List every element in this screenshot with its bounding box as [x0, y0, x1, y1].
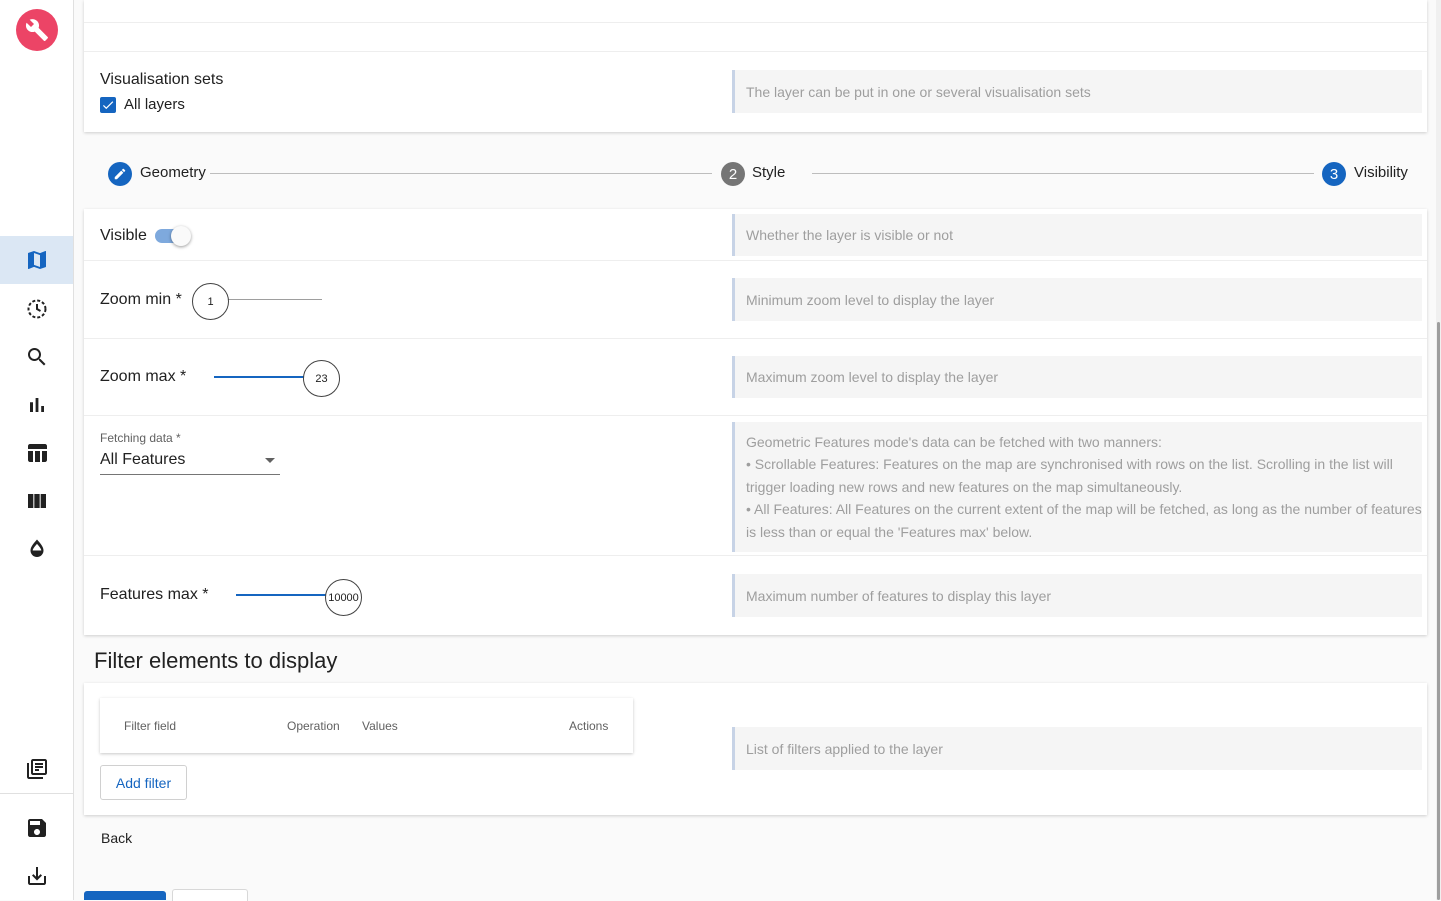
- table-icon: [27, 444, 47, 462]
- next-button[interactable]: [84, 891, 166, 900]
- check-icon: [102, 101, 114, 110]
- back-button[interactable]: Back: [101, 830, 132, 846]
- nav-timeline-icon[interactable]: [0, 285, 73, 333]
- zoom-max-track[interactable]: [214, 376, 310, 378]
- nav-search-icon[interactable]: [0, 333, 73, 381]
- step-style[interactable]: 2: [721, 162, 745, 186]
- zoom-max-slider-handle[interactable]: 23: [303, 360, 340, 397]
- features-max-label: Features max *: [100, 586, 209, 603]
- step-visibility[interactable]: 3: [1322, 162, 1346, 186]
- features-max-slider-handle[interactable]: 10000: [325, 579, 362, 616]
- zoom-min-row: Zoom min * 1 Minimum zoom level to displ…: [84, 261, 1427, 339]
- nav-columns-icon[interactable]: [0, 477, 73, 525]
- save-icon: [27, 819, 46, 837]
- card-row-top: [84, 0, 1427, 23]
- nav-color-lens-icon[interactable]: [0, 525, 73, 573]
- filters-help: List of filters applied to the layer: [732, 727, 1422, 770]
- fetching-help-line-3: • All Features: All Features on the curr…: [746, 501, 1422, 540]
- col-actions: Actions: [569, 719, 609, 733]
- columns-icon: [27, 494, 46, 508]
- fetching-data-row: Fetching data * All Features Geometric F…: [84, 416, 1427, 556]
- fetching-data-label: Fetching data *: [100, 431, 181, 445]
- card-row-empty: [84, 23, 1427, 52]
- main-content: Visualisation sets All layers The layer …: [84, 0, 1428, 901]
- step-geometry-label[interactable]: Geometry: [140, 164, 206, 181]
- features-max-track[interactable]: [236, 594, 332, 596]
- zoom-min-label: Zoom min *: [100, 291, 182, 308]
- filter-table: Filter field Operation Values Actions: [100, 698, 633, 753]
- sidebar-divider: [0, 793, 73, 794]
- step-style-label[interactable]: Style: [752, 164, 785, 181]
- fetching-help-line-2: • Scrollable Features: Features on the m…: [746, 456, 1393, 495]
- features-max-row: Features max * 10000 Maximum number of f…: [84, 556, 1427, 635]
- visualisation-sets-help: The layer can be put in one or several v…: [732, 70, 1422, 113]
- sidebar: [0, 0, 74, 900]
- zoom-max-label: Zoom max *: [100, 368, 187, 385]
- download-icon: [27, 867, 46, 885]
- nav-download-button[interactable]: [0, 852, 73, 900]
- filter-section-title: Filter elements to display: [94, 648, 338, 673]
- search-icon: [27, 348, 45, 366]
- color-lens-icon: [30, 539, 43, 557]
- fetching-data-help: Geometric Features mode's data can be fe…: [732, 422, 1422, 552]
- library-books-icon: [26, 759, 47, 779]
- filter-card: Filter field Operation Values Actions Ad…: [84, 683, 1427, 815]
- zoom-min-help: Minimum zoom level to display the layer: [732, 278, 1422, 321]
- all-layers-label: All layers: [124, 96, 185, 113]
- fetching-data-underline: [100, 474, 280, 475]
- visible-label: Visible: [100, 227, 147, 244]
- nav-table-icon[interactable]: [0, 429, 73, 477]
- col-filter-field: Filter field: [124, 719, 177, 733]
- nav-bar-chart-icon[interactable]: [0, 381, 73, 429]
- visible-toggle-thumb[interactable]: [171, 226, 191, 246]
- bar-chart-icon: [29, 398, 44, 412]
- step-visibility-label[interactable]: Visibility: [1354, 164, 1408, 181]
- col-operation: Operation: [287, 719, 340, 733]
- all-layers-checkbox[interactable]: [100, 97, 116, 113]
- scrollbar-thumb[interactable]: [1437, 322, 1440, 900]
- fetching-data-select[interactable]: All Features: [100, 451, 185, 469]
- nav-map-icon[interactable]: [0, 236, 73, 284]
- features-max-help: Maximum number of features to display th…: [732, 574, 1422, 617]
- zoom-max-help: Maximum zoom level to display the layer: [732, 356, 1422, 398]
- nav-save-button[interactable]: [0, 804, 73, 852]
- chevron-down-icon[interactable]: [265, 458, 275, 463]
- fetching-help-line-1: Geometric Features mode's data can be fe…: [746, 434, 1162, 450]
- edit-icon: [114, 168, 126, 180]
- zoom-max-row: Zoom max * 23 Maximum zoom level to disp…: [84, 339, 1427, 416]
- col-values: Values: [362, 719, 398, 733]
- cancel-button[interactable]: [172, 889, 248, 901]
- step-connector: [812, 173, 1314, 174]
- step-connector: [210, 173, 712, 174]
- add-filter-button[interactable]: Add filter: [100, 765, 187, 800]
- timeline-icon: [27, 299, 46, 319]
- visible-row: Visible Whether the layer is visible or …: [84, 209, 1427, 261]
- visualisation-sets-label: Visualisation sets: [100, 71, 224, 88]
- stepper: Geometry 2 Style 3 Visibility: [84, 150, 1427, 196]
- wrench-icon[interactable]: [16, 9, 58, 51]
- zoom-min-slider-handle[interactable]: 1: [192, 283, 229, 320]
- style-card: Visualisation sets All layers The layer …: [84, 0, 1427, 132]
- step-geometry[interactable]: [108, 162, 132, 186]
- map-icon: [27, 251, 46, 269]
- nav-library-icon[interactable]: [0, 745, 73, 793]
- visibility-card: Visible Whether the layer is visible or …: [84, 209, 1427, 635]
- visible-help: Whether the layer is visible or not: [732, 214, 1422, 256]
